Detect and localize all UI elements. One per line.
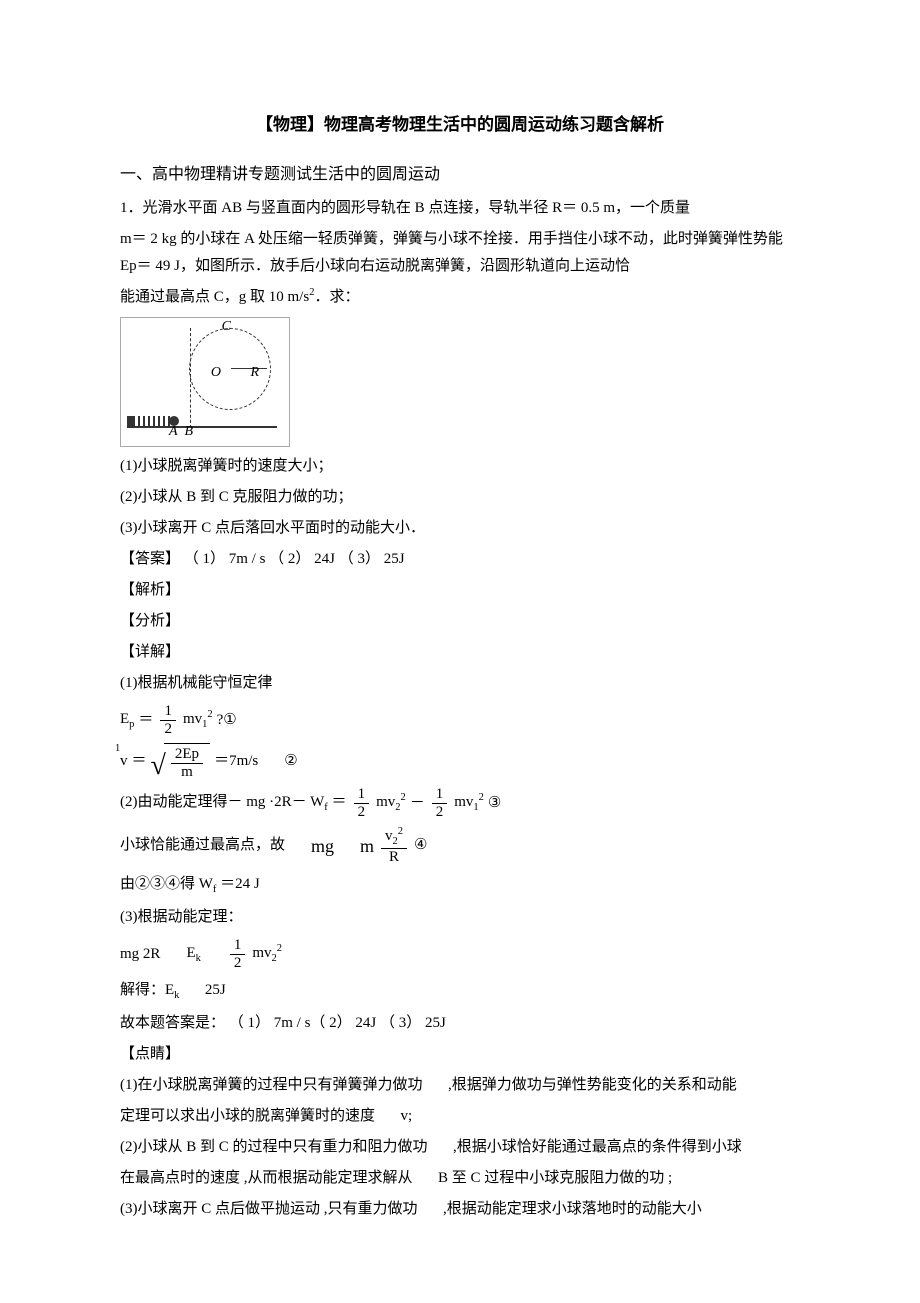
eq2-tag: ② [284, 748, 297, 775]
label-o: O [211, 360, 221, 385]
dj1d: v; [401, 1108, 413, 1124]
radius-line [231, 368, 267, 369]
heading-dianjing: 【点睛】 [120, 1041, 800, 1068]
eq5-b: Ek [186, 940, 200, 969]
eq1-tag: ?① [217, 707, 237, 734]
eq3-term-1: mv22 [376, 789, 406, 818]
dj1a: (1)在小球脱离弹簧的过程中只有弹簧弹力做功 [120, 1077, 423, 1093]
eq5-a: mg 2R [120, 941, 160, 968]
eq3-frac-2: 1 2 [432, 786, 448, 820]
sub-question-3: (3)小球离开 C 点后落回水平面时的动能大小． [120, 515, 800, 542]
eq2-lhs: v1 [120, 748, 128, 775]
final-answer: 故本题答案是： （ 1） 7m / s（ 2） 24J （ 3） 25J [120, 1010, 800, 1037]
equation-2: v1 ＝ 2Ep m ＝7m/s ② [120, 743, 800, 780]
question-1-p1: 1．光滑水平面 AB 与竖直面内的圆形导轨在 B 点连接，导轨半径 R＝ 0.5… [120, 195, 800, 222]
eq3-term-2: mv12 [454, 789, 484, 818]
track-vertical [190, 328, 191, 428]
sub-question-1: (1)小球脱离弹簧时的速度大小； [120, 453, 800, 480]
label-c: C [222, 314, 231, 339]
equation-4: 小球恰能通过最高点，故 mg m v22 R ④ [120, 826, 800, 865]
dj2d: B 至 C 过程中小球克服阻力做的功 ; [438, 1170, 672, 1186]
dj2c: 在最高点时的速度 ,从而根据动能定理求解从 [120, 1170, 413, 1186]
equation-3: (2)由动能定理得－ mg ·2R－ Wf ＝ 1 2 mv22 － 1 2 m… [120, 786, 800, 820]
eq2-value: ＝7m/s [214, 748, 258, 775]
eq3-frac-1: 1 2 [354, 786, 370, 820]
eq1-equals: ＝ [138, 707, 153, 734]
dianjing-1-line2: 定理可以求出小球的脱离弹簧时的速度 v; [120, 1103, 800, 1130]
eq1-fraction: 1 2 [160, 703, 176, 737]
equation-1: Ep ＝ 1 2 mv12 ?① [120, 703, 800, 737]
eq4-fraction: v22 R [381, 826, 407, 865]
spring-icon [127, 416, 173, 426]
step2-result: 由②③④得 Wf ＝24 J [120, 871, 800, 900]
label-a: A [169, 419, 178, 444]
step3-result: 解得：Ek 25J [120, 977, 800, 1006]
dj3b: ,根据动能定理求小球落地时的动能大小 [443, 1201, 702, 1217]
eq4-m: m [360, 830, 374, 862]
dianjing-1-line1: (1)在小球脱离弹簧的过程中只有弹簧弹力做功 ,根据弹力做功与弹性势能变化的关系… [120, 1072, 800, 1099]
answer-line: 【答案】 （ 1） 7m / s （ 2） 24J （ 3） 25J [120, 546, 800, 573]
page-title: 【物理】物理高考物理生活中的圆周运动练习题含解析 [120, 110, 800, 141]
dianjing-3: (3)小球离开 C 点后做平抛运动 ,只有重力做功 ,根据动能定理求小球落地时的… [120, 1196, 800, 1223]
ground-line [127, 426, 277, 428]
eq5-rhs: mv22 [252, 940, 282, 969]
eq2-equals: ＝ [132, 748, 147, 775]
eq2-fraction: 2Ep m [171, 746, 203, 780]
sub-question-2: (2)小球从 B 到 C 克服阻力做的功； [120, 484, 800, 511]
heading-jiexi: 【解析】 [120, 577, 800, 604]
label-r: R [250, 360, 259, 385]
eq4-lhs: mg [311, 830, 334, 862]
sqrt-icon: 2Ep m [151, 743, 211, 780]
dj2a: (2)小球从 B 到 C 的过程中只有重力和阻力做功 [120, 1139, 428, 1155]
heading-xiangjie: 【详解】 [120, 639, 800, 666]
dianjing-2-line1: (2)小球从 B 到 C 的过程中只有重力和阻力做功 ,根据小球恰好能通过最高点… [120, 1134, 800, 1161]
section-heading: 一、高中物理精讲专题测试生活中的圆周运动 [120, 161, 800, 190]
eq5-fraction: 1 2 [230, 937, 246, 971]
step2-intro: (2)由动能定理得－ mg ·2R－ Wf ＝ [120, 789, 347, 818]
eq3-minus: － [410, 790, 425, 817]
q1-p3-b: ．求： [314, 289, 359, 305]
question-1-p3: 能通过最高点 C，g 取 10 m/s2．求： [120, 284, 800, 311]
dj2b: ,根据小球恰好能通过最高点的条件得到小球 [453, 1139, 742, 1155]
eq3-tag: ③ [488, 790, 501, 817]
eq1-rhs: mv12 [183, 706, 213, 735]
heading-fenxi: 【分析】 [120, 608, 800, 635]
question-1-p2: m＝ 2 kg 的小球在 A 处压缩一轻质弹簧，弹簧与小球不拴接．用手挡住小球不… [120, 226, 800, 280]
eq4-tag: ④ [414, 832, 427, 859]
dj3a: (3)小球离开 C 点后做平抛运动 ,只有重力做功 [120, 1201, 418, 1217]
q1-p3-a: 能通过最高点 C，g 取 10 m/s [120, 289, 309, 305]
dj1c: 定理可以求出小球的脱离弹簧时的速度 [120, 1108, 375, 1124]
step1-intro: (1)根据机械能守恒定律 [120, 670, 800, 697]
eq1-lhs: Ep [120, 706, 134, 735]
dj1b: ,根据弹力做功与弹性势能变化的关系和动能 [448, 1077, 737, 1093]
dianjing-2-line2: 在最高点时的速度 ,从而根据动能定理求解从 B 至 C 过程中小球克服阻力做的功… [120, 1165, 800, 1192]
problem-diagram: A B C O R [120, 317, 290, 447]
equation-5: mg 2R Ek 1 2 mv22 [120, 937, 800, 971]
step3-intro: (3)根据动能定理： [120, 904, 800, 931]
step2-line2: 小球恰能通过最高点，故 [120, 832, 285, 859]
label-b: B [184, 419, 193, 444]
